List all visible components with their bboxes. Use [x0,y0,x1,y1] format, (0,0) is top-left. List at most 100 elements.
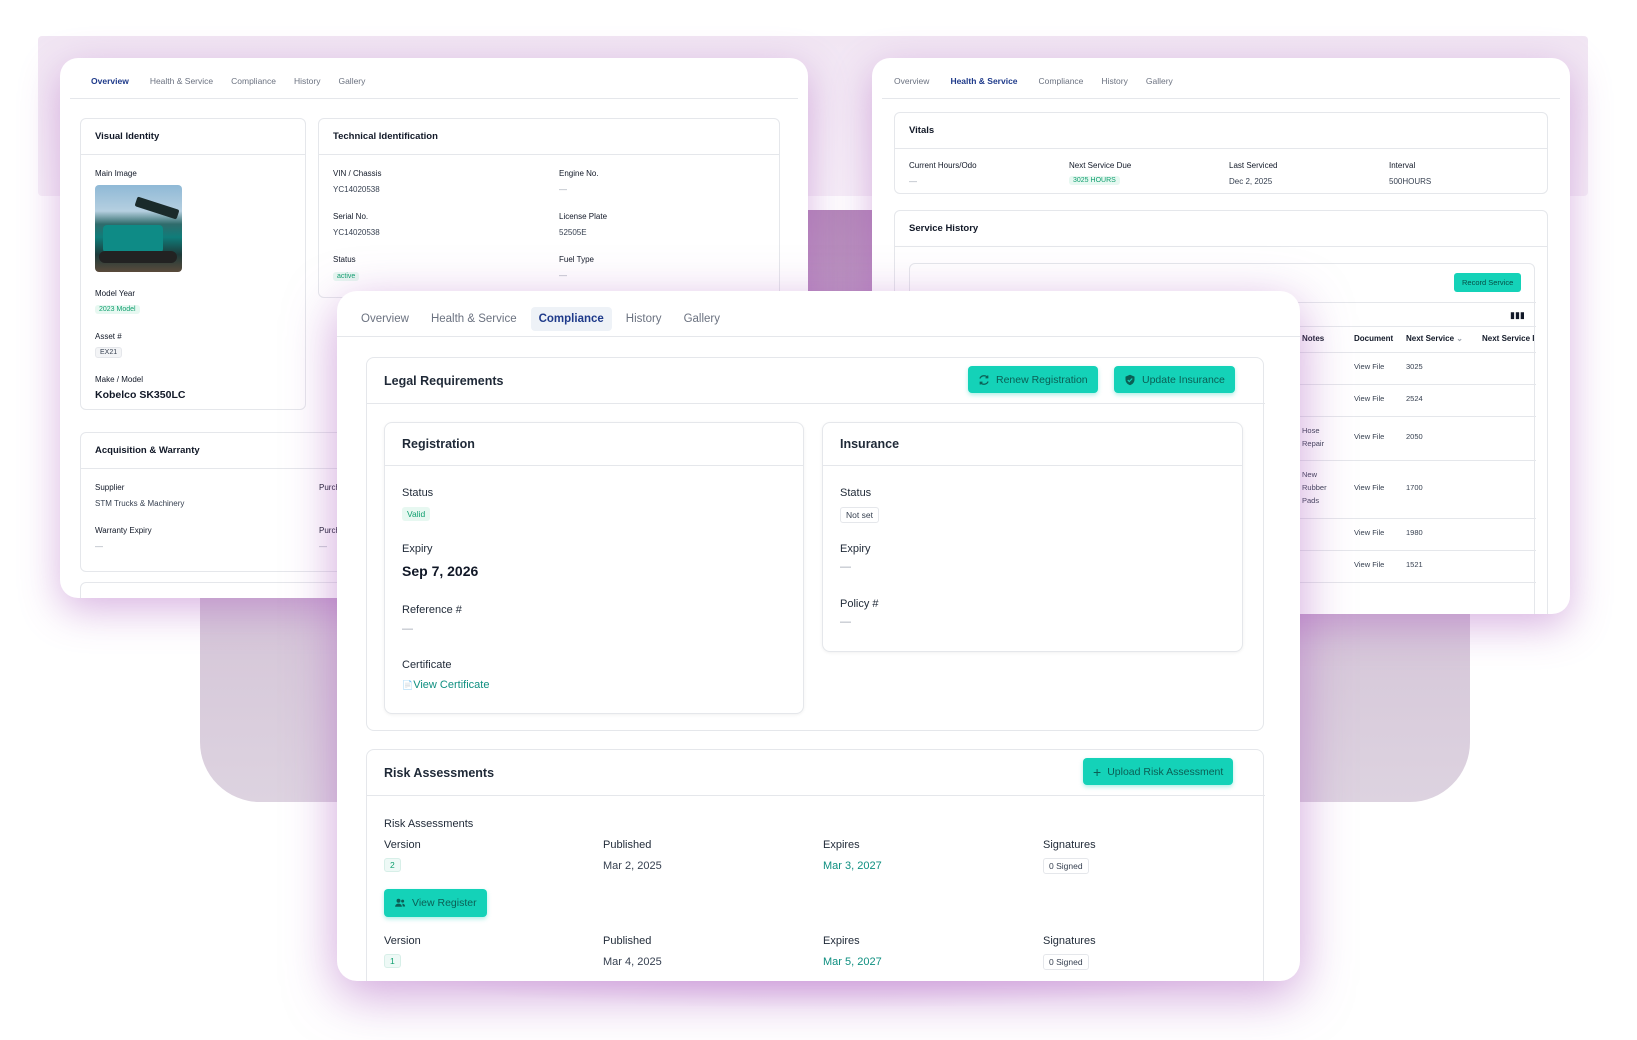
expiry-value: — [840,561,851,573]
tab-health-service[interactable]: Health & Service [423,307,525,331]
tab-gallery[interactable]: Gallery [338,74,365,88]
tab-gallery[interactable]: Gallery [1146,74,1173,88]
card-title: Insurance [823,423,1242,466]
main-image-label: Main Image [95,169,137,178]
supplier-label: Supplier [95,483,125,492]
col-version: Version [384,935,421,947]
risk-assessments-section: Risk Assessments + Upload Risk Assessmen… [366,749,1265,981]
engine-label: Engine No. [559,169,599,178]
model-year-value: 2023 Model [95,304,140,314]
row-next-service: 1980 [1406,528,1423,537]
reference-value: — [402,623,413,635]
shield-check-icon [1125,374,1135,385]
row-document-link[interactable]: View File [1354,481,1384,494]
technical-identification-panel: Technical Identification VIN / Chassis Y… [318,118,780,298]
expiry-label: Expiry [840,543,871,555]
row-notes: New Rubber Pads [1302,470,1327,505]
tab-compliance[interactable]: Compliance [530,306,612,331]
asset-number-label: Asset # [95,332,122,341]
header-next-service-interval[interactable]: Next Service I [1482,334,1534,343]
expiry-label: Expiry [402,543,433,555]
risk-subtitle: Risk Assessments [384,818,474,830]
tab-compliance[interactable]: Compliance [1039,74,1084,88]
vitals-panel: Vitals Current Hours/Odo — Next Service … [894,112,1548,194]
plate-label: License Plate [559,212,608,221]
upload-risk-assessment-button[interactable]: + Upload Risk Assessment [1083,758,1234,785]
header-notes[interactable]: Notes [1302,334,1324,343]
tab-overview[interactable]: Overview [353,307,417,331]
next-service-label: Next Service Due [1069,161,1132,170]
row-next-service: 2524 [1406,394,1423,403]
status-badge: Valid [402,507,431,521]
version-badge: 2 [384,858,401,872]
col-expires: Expires [823,935,860,947]
row-next-service: 1521 [1406,560,1423,569]
tab-gallery[interactable]: Gallery [676,307,728,331]
expiry-value: Sep 7, 2026 [402,563,479,579]
header-document[interactable]: Document [1354,334,1393,343]
last-serviced-value: Dec 2, 2025 [1229,177,1273,186]
status-label: Status [840,487,872,499]
supplier-value: STM Trucks & Machinery [95,499,185,508]
registration-card: Registration Status Valid Expiry Sep 7, … [384,422,804,714]
renew-registration-button[interactable]: Renew Registration [968,366,1098,393]
row-next-service: 3025 [1406,362,1423,371]
chevron-down-icon: ⌄ [1456,334,1463,343]
interval-value: 500HOURS [1389,177,1432,186]
last-serviced-label: Last Serviced [1229,161,1278,170]
tab-overview[interactable]: Overview [88,74,132,88]
tab-history[interactable]: History [294,74,320,88]
tab-health-service[interactable]: Health & Service [150,74,213,88]
col-version: Version [384,839,421,851]
section-title: Legal Requirements [384,374,504,388]
tab-health-service[interactable]: Health & Service [947,74,1020,88]
warranty-value: — [95,542,103,551]
record-service-button[interactable]: Record Service [1454,273,1522,292]
status-label: Status [333,255,356,264]
policy-value: — [840,616,851,628]
view-certificate-link[interactable]: 📄View Certificate [402,679,489,691]
row-document-link[interactable]: View File [1354,558,1384,571]
hours-value: — [909,177,917,186]
fuel-value: — [559,271,567,280]
fuel-label: Fuel Type [559,255,594,264]
hours-label: Current Hours/Odo [909,161,977,170]
compliance-screen: Overview Health & Service Compliance His… [337,291,1300,981]
row-document-link[interactable]: View File [1354,430,1384,443]
panel-title: Service History [895,211,1547,247]
asset-main-image[interactable] [95,185,182,272]
tab-overview[interactable]: Overview [894,74,929,88]
col-published: Published [603,839,652,851]
serial-value: YC14020538 [333,228,380,237]
refresh-icon [979,374,989,385]
plate-value: 52505E [559,228,587,237]
panel-title: Vitals [895,113,1547,149]
row-document-link[interactable]: View File [1354,526,1384,539]
vin-value: YC14020538 [333,185,380,194]
tab-bar: Overview Health & Service Compliance His… [882,58,1560,99]
make-model-value: Kobelco SK350LC [95,389,186,401]
tab-bar: Overview Health & Service Compliance His… [337,291,1300,337]
col-expires: Expires [823,839,860,851]
make-model-label: Make / Model [95,375,144,384]
view-register-button[interactable]: View Register [384,889,487,917]
next-service-value: 3025 HOURS [1069,175,1120,185]
row-document-link[interactable]: View File [1354,392,1384,405]
certificate-label: Certificate [402,659,452,671]
row-document-link[interactable]: View File [1354,360,1384,373]
plus-icon: + [1093,763,1102,780]
tab-history[interactable]: History [618,307,670,331]
tab-compliance[interactable]: Compliance [231,74,276,88]
header-next-service[interactable]: Next Service ⌄ [1406,334,1463,343]
row-next-service: 2050 [1406,432,1423,441]
file-icon: 📄 [402,680,414,690]
panel-title: Visual Identity [81,119,305,155]
expires-value: Mar 5, 2027 [823,956,882,968]
version-badge: 1 [384,954,401,968]
vin-label: VIN / Chassis [333,169,382,178]
update-insurance-button[interactable]: Update Insurance [1114,366,1235,393]
columns-icon[interactable]: ▮▮▮ [1510,310,1525,321]
section-title: Risk Assessments [384,766,495,780]
tab-history[interactable]: History [1101,74,1127,88]
visual-identity-panel: Visual Identity Main Image Model Year 20… [80,118,306,410]
